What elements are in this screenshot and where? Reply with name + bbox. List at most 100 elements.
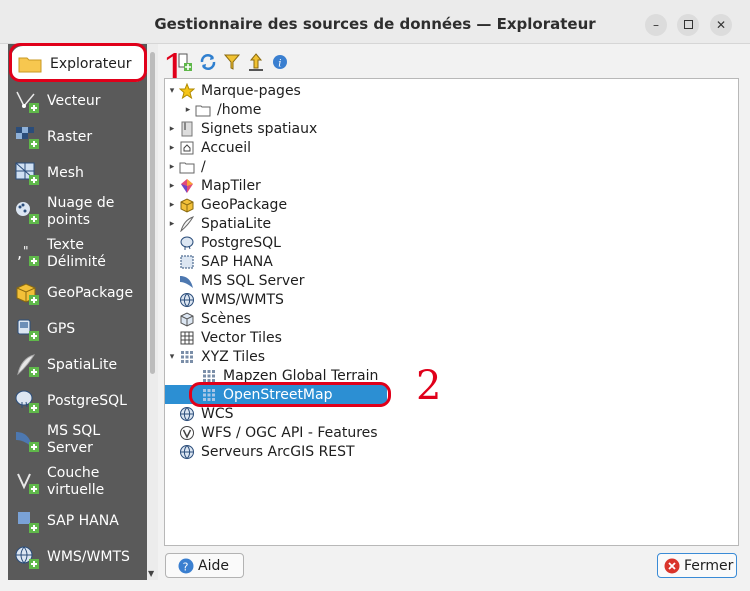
tree-row-home[interactable]: ▸ /home — [165, 100, 738, 119]
close-window-button[interactable]: ✕ — [710, 14, 732, 36]
browser-toolbar: i — [166, 52, 366, 76]
help-icon: ? — [178, 558, 194, 573]
tree-row-ms-sql-server[interactable]: MS SQL Server — [165, 271, 738, 290]
tree-row-spatialite[interactable]: ▸ SpatiaLite — [165, 214, 738, 233]
svg-text:i: i — [278, 59, 281, 70]
collapse-icon[interactable]: ▾ — [165, 86, 179, 96]
expand-icon[interactable]: ▸ — [165, 181, 179, 191]
postgresql-icon — [15, 390, 39, 413]
spatial-bookmarks-icon — [181, 121, 193, 136]
minimize-button[interactable]: – — [645, 14, 667, 36]
geopackage-icon — [180, 197, 194, 213]
sidebar-item-mesh[interactable]: Mesh — [8, 158, 146, 188]
sidebar: Explorateur Vecteur Raster Mesh Nuage de… — [8, 44, 158, 580]
home-icon — [180, 141, 194, 154]
mssql-icon — [16, 432, 39, 452]
expand-icon[interactable]: ▸ — [181, 105, 195, 115]
tree-row-wms-wmts[interactable]: WMS/WMTS — [165, 290, 738, 309]
expand-icon[interactable]: ▸ — [165, 162, 179, 172]
star-icon — [179, 82, 195, 99]
expand-icon[interactable]: ▸ — [165, 124, 179, 134]
sidebar-item-texte-delimite[interactable]: , " Texte Délimité — [8, 236, 146, 272]
mesh-icon — [15, 162, 39, 185]
sidebar-item-wms-wmts[interactable]: WMS/WMTS — [8, 542, 146, 572]
maximize-button[interactable] — [677, 14, 699, 36]
tree-row-marque-pages[interactable]: ▾ Marque-pages — [165, 81, 738, 100]
scroll-down-icon[interactable]: ▼ — [148, 569, 154, 578]
wfs-icon — [180, 425, 194, 440]
sidebar-item-couche-virtuelle[interactable]: Couche virtuelle — [8, 464, 146, 500]
mssql-icon — [180, 275, 193, 288]
point-cloud-icon — [16, 202, 39, 224]
gps-icon — [17, 319, 39, 341]
tree-row-serveurs-arcgis-rest[interactable]: Serveurs ArcGIS REST — [165, 442, 738, 461]
expand-icon[interactable]: ▸ — [165, 219, 179, 229]
sidebar-scrollbar-thumb[interactable] — [150, 52, 155, 374]
folder-icon — [179, 162, 195, 173]
postgresql-icon — [180, 236, 194, 250]
tree-row-sap-hana[interactable]: SAP HANA — [165, 252, 738, 271]
sidebar-item-nuage-de-points[interactable]: Nuage de points — [8, 194, 146, 230]
vector-tiles-icon — [180, 331, 194, 344]
scenes-icon — [180, 311, 194, 327]
spatialite-icon — [180, 215, 195, 232]
tree-row-geopackage[interactable]: ▸ GeoPackage — [165, 195, 738, 214]
sidebar-item-raster[interactable]: Raster — [8, 122, 146, 152]
expand-icon[interactable]: ▸ — [165, 200, 179, 210]
virtual-layer-icon — [17, 473, 39, 494]
vector-icon — [16, 91, 39, 113]
annotation-box-1 — [9, 43, 147, 82]
collapse-icon[interactable]: ▾ — [165, 352, 179, 362]
geopackage-icon — [16, 283, 39, 305]
tree-row-postgresql[interactable]: PostgreSQL — [165, 233, 738, 252]
add-layer-icon[interactable] — [174, 52, 194, 72]
tree-row-signets-spatiaux[interactable]: ▸ Signets spatiaux — [165, 119, 738, 138]
sidebar-item-ms-sql-server[interactable]: MS SQL Server — [8, 422, 146, 458]
tree-row-vector-tiles[interactable]: Vector Tiles — [165, 328, 738, 347]
sidebar-item-postgresql[interactable]: PostgreSQL — [8, 386, 146, 416]
tree-row-accueil[interactable]: ▸ Accueil — [165, 138, 738, 157]
sap-hana-icon — [18, 512, 39, 533]
collapse-all-icon[interactable] — [246, 52, 266, 72]
maptiler-icon — [181, 178, 193, 193]
sidebar-scrollbar[interactable]: ▼ — [147, 44, 158, 580]
tree-row-root[interactable]: ▸ / — [165, 157, 738, 176]
data-source-manager-window: Gestionnaire des sources de données — Ex… — [0, 0, 750, 591]
close-button[interactable]: Fermer — [657, 553, 737, 578]
svg-text:,: , — [17, 243, 22, 262]
svg-text:": " — [23, 244, 29, 258]
globe-icon — [180, 292, 194, 307]
delimited-text-icon: , " — [17, 243, 39, 266]
tree-row-scenes[interactable]: Scènes — [165, 309, 738, 328]
annotation-box-2 — [189, 382, 391, 407]
browser-tree: ▾ Marque-pages ▸ /home ▸ Signets spatiau… — [164, 78, 739, 546]
refresh-icon[interactable] — [198, 52, 218, 72]
tree-row-wfs-ogc-api-features[interactable]: WFS / OGC API - Features — [165, 423, 738, 442]
title-bar: Gestionnaire des sources de données — Ex… — [0, 0, 750, 44]
close-icon: ✕ — [715, 18, 727, 32]
sidebar-item-vecteur[interactable]: Vecteur — [8, 86, 146, 116]
sidebar-item-sap-hana[interactable]: SAP HANA — [8, 506, 146, 536]
raster-icon — [16, 127, 39, 149]
expand-icon[interactable]: ▸ — [165, 143, 179, 153]
tree-row-xyz-tiles[interactable]: ▾ XYZ Tiles — [165, 347, 738, 366]
wms-icon — [15, 546, 39, 569]
sap-hana-icon — [180, 255, 194, 268]
spatialite-icon — [17, 354, 39, 377]
svg-text:?: ? — [183, 560, 189, 573]
filter-icon[interactable] — [222, 52, 242, 72]
xyz-tiles-icon — [181, 350, 193, 363]
sidebar-item-spatialite[interactable]: SpatiaLite — [8, 350, 146, 380]
globe-icon — [180, 406, 194, 421]
minimize-icon: – — [653, 18, 659, 32]
globe-icon — [180, 444, 194, 459]
close-circle-icon — [664, 558, 680, 573]
folder-icon — [195, 105, 211, 116]
window-title: Gestionnaire des sources de données — Ex… — [154, 15, 596, 33]
maximize-icon — [683, 20, 693, 29]
sidebar-item-geopackage[interactable]: GeoPackage — [8, 278, 146, 308]
info-icon[interactable]: i — [270, 52, 290, 72]
help-button[interactable]: ? Aide — [165, 553, 244, 578]
tree-row-maptiler[interactable]: ▸ MapTiler — [165, 176, 738, 195]
sidebar-item-gps[interactable]: GPS — [8, 314, 146, 344]
